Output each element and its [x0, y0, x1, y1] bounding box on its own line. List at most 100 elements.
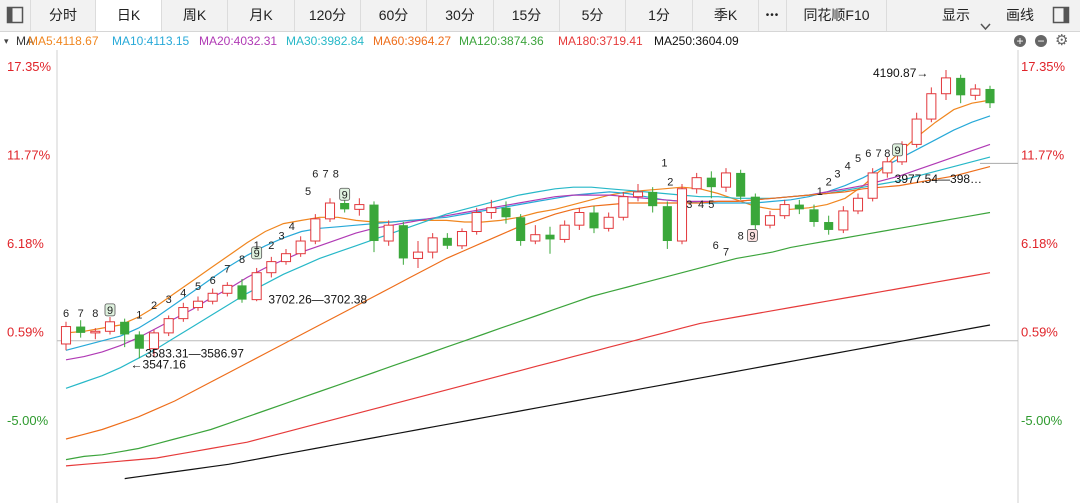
sidebar-toggle-icon[interactable] [6, 6, 24, 24]
candle-body[interactable] [383, 224, 394, 242]
candle-body[interactable] [911, 118, 922, 145]
candle-body[interactable] [985, 88, 995, 104]
tab-0[interactable]: 分时 [30, 0, 96, 31]
candle-body[interactable] [427, 237, 438, 253]
candle-body[interactable] [589, 212, 599, 229]
candle-body[interactable] [809, 209, 819, 223]
draw-line-button[interactable]: 画线 [1000, 0, 1040, 31]
candle-body[interactable] [940, 77, 952, 95]
tab-10[interactable]: 季K [693, 0, 759, 31]
candle-body[interactable] [852, 197, 864, 212]
candle-body[interactable] [60, 326, 72, 345]
candle-body[interactable] [632, 191, 644, 198]
candle-body[interactable] [720, 172, 732, 188]
tab-5[interactable]: 60分 [361, 0, 427, 31]
count-label: 9 [342, 189, 348, 201]
candle-body[interactable] [779, 204, 790, 217]
panel-toggle-icon[interactable] [1052, 6, 1070, 24]
candle-body[interactable] [192, 300, 204, 309]
candle-body[interactable] [471, 212, 482, 233]
count-label: 6 [713, 240, 719, 252]
gear-icon[interactable]: ⚙ [1055, 33, 1068, 48]
candle-body[interactable] [280, 253, 292, 263]
candle-body[interactable] [163, 318, 174, 334]
candle-body[interactable] [442, 237, 452, 246]
kline-chart[interactable]: 17.35% 17.35% 11.77% 11.77% 6.18% 6.18% 0.59% 0… [0, 50, 1080, 503]
candle-body[interactable] [867, 172, 878, 199]
candle-body[interactable] [559, 224, 570, 240]
candle-body[interactable] [324, 202, 336, 220]
candle-body[interactable] [120, 321, 130, 335]
candle-body[interactable] [603, 216, 614, 229]
candle-body[interactable] [134, 334, 144, 349]
candle-body[interactable] [486, 207, 497, 214]
candle-body[interactable] [676, 188, 688, 242]
ma-line-ma120 [65, 211, 991, 461]
candle-body[interactable] [90, 330, 101, 334]
count-label: 6 [210, 275, 216, 287]
candle-body[interactable] [354, 204, 365, 210]
candle-body[interactable] [648, 191, 658, 207]
candle-body[interactable] [530, 234, 541, 242]
tab-9[interactable]: 1分 [626, 0, 693, 31]
tab-12[interactable]: 同花顺F10 [787, 0, 887, 31]
candle-body[interactable] [882, 161, 893, 174]
candle-body[interactable] [794, 204, 804, 210]
ma-expand-icon[interactable]: ▾ [4, 32, 9, 50]
candle-body[interactable] [310, 218, 321, 242]
candle-body[interactable] [764, 215, 776, 226]
candle-body[interactable] [736, 172, 746, 197]
candle-body[interactable] [178, 307, 189, 320]
candle-body[interactable] [266, 261, 277, 274]
candle-body[interactable] [222, 284, 233, 294]
tab-8[interactable]: 5分 [560, 0, 626, 31]
tab-11[interactable]: ••• [759, 0, 787, 31]
ma-line-ma10 [65, 115, 991, 351]
candle-body[interactable] [501, 207, 511, 218]
candle-body[interactable] [574, 212, 585, 226]
candle-body[interactable] [662, 206, 672, 242]
zoom-out-icon[interactable]: − [1035, 35, 1047, 47]
candle-body[interactable] [340, 203, 350, 210]
candle-body[interactable] [838, 210, 849, 231]
display-menu-button[interactable]: 显示 [930, 0, 1002, 31]
count-label: 8 [884, 148, 890, 160]
candle-body[interactable] [824, 222, 834, 230]
candle-body[interactable] [970, 88, 981, 96]
candle-body[interactable] [456, 231, 468, 247]
tab-7[interactable]: 15分 [494, 0, 560, 31]
tab-6[interactable]: 30分 [427, 0, 494, 31]
count-label: 9 [749, 230, 755, 242]
zoom-in-icon[interactable]: + [1014, 35, 1026, 47]
tab-1[interactable]: 日K [96, 0, 162, 31]
candle-body[interactable] [545, 234, 555, 240]
candle-body[interactable] [104, 321, 116, 332]
tab-4[interactable]: 120分 [295, 0, 361, 31]
candle-body[interactable] [251, 272, 262, 301]
ma-legend-item: MA20:4032.31 [199, 34, 278, 48]
ma-legend-item: MA10:4113.15 [112, 34, 190, 48]
candle-body[interactable] [618, 196, 629, 218]
count-label: 1 [254, 240, 260, 252]
candle-body[interactable] [956, 77, 966, 96]
candle-body[interactable] [295, 240, 306, 255]
tab-3[interactable]: 月K [228, 0, 295, 31]
tab-2[interactable]: 周K [162, 0, 228, 31]
candle-body[interactable] [691, 177, 702, 190]
candle-body[interactable] [398, 225, 408, 259]
ma-legend-item: MA120:3874.36 [459, 34, 544, 48]
candle-body[interactable] [516, 217, 526, 242]
y-tick-label-left: -5.00% [7, 413, 49, 428]
candle-body[interactable] [237, 285, 247, 300]
candle-body[interactable] [750, 196, 760, 226]
count-label: 3 [279, 230, 285, 242]
candle-body[interactable] [412, 251, 424, 259]
ma-line-ma20 [65, 143, 991, 361]
count-label: 1 [817, 186, 823, 198]
count-label: 4 [289, 221, 295, 233]
candle-body[interactable] [207, 292, 218, 302]
candle-body[interactable] [926, 93, 937, 120]
candle-body[interactable] [369, 204, 379, 242]
candle-body[interactable] [706, 177, 716, 188]
candle-body[interactable] [76, 326, 86, 333]
